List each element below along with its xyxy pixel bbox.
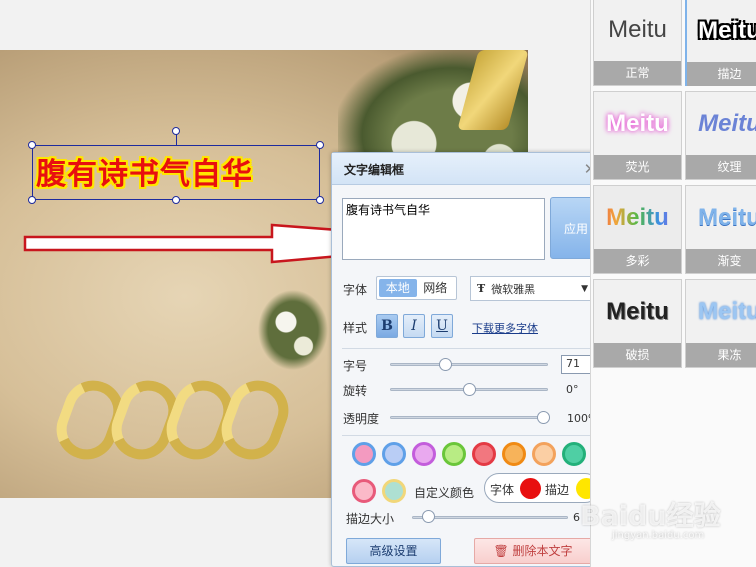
color-swatch[interactable]	[472, 442, 496, 466]
stroke-size-slider-track[interactable]	[412, 516, 568, 519]
style-label: 样式	[343, 321, 368, 335]
chevron-down-icon: ▼	[581, 283, 588, 294]
font-name-value: 微软雅黑	[491, 282, 536, 296]
resize-handle-top-right[interactable]	[316, 141, 324, 149]
font-size-label: 字号	[343, 359, 368, 373]
style-tile-preview: Meitu	[594, 0, 681, 61]
font-source-toggle: 本地 网络	[376, 276, 457, 300]
delete-text-button[interactable]: 🗑 删除本文字	[474, 538, 592, 564]
style-tile-caption: 纹理	[686, 155, 756, 179]
font-type-icon: Ŧ	[477, 282, 486, 295]
advanced-settings-button[interactable]: 高级设置	[346, 538, 441, 564]
style-tile-caption: 正常	[594, 61, 681, 85]
style-tile-caption: 破损	[594, 343, 681, 367]
text-style-panel: Meitu 正常 Meitu 描边 Meitu 荧光 Meitu 纹理 Meitu 多彩 Meitu…	[590, 0, 756, 567]
opacity-label: 透明度	[343, 412, 380, 426]
style-tile-6[interactable]: Meitu 渐变	[685, 185, 756, 274]
style-tile-4[interactable]: Meitu 纹理	[685, 91, 756, 180]
style-tile-preview: Meitu	[594, 280, 681, 343]
divider	[342, 348, 600, 349]
style-tile-caption: 多彩	[594, 249, 681, 273]
font-source-local-tab[interactable]: 本地	[379, 279, 417, 297]
style-tile-preview: Meitu	[686, 186, 756, 249]
font-source-web-tab[interactable]: 网络	[417, 279, 455, 297]
divider	[342, 435, 600, 436]
font-size-slider-track[interactable]	[390, 363, 548, 366]
font-family-select[interactable]: Ŧ 微软雅黑 ▼	[470, 276, 595, 301]
dialog-title: 文字编辑框	[332, 153, 608, 185]
style-tile-3[interactable]: Meitu 荧光	[593, 91, 682, 180]
gold-ribbon	[48, 372, 340, 470]
font-size-value: 71	[566, 357, 580, 370]
bold-button[interactable]: B	[376, 314, 398, 338]
rotate-handle[interactable]	[172, 127, 180, 135]
style-tile-1[interactable]: Meitu 正常	[593, 0, 682, 86]
delete-text-label: 删除本文字	[512, 544, 573, 558]
rotate-handle-line	[176, 134, 177, 145]
italic-button[interactable]: I	[403, 314, 425, 338]
style-tile-preview: Meitu	[686, 92, 756, 155]
style-tile-preview: Meitu	[594, 92, 681, 155]
color-swatch[interactable]	[442, 442, 466, 466]
stroke-size-label: 描边大小	[346, 512, 395, 526]
color-swatch[interactable]	[382, 442, 406, 466]
style-tile-preview: Meitu	[687, 0, 756, 62]
rotate-slider-knob[interactable]	[463, 383, 476, 396]
rotate-value: 0°	[566, 383, 579, 396]
font-color-chip[interactable]	[520, 478, 541, 499]
style-tile-7[interactable]: Meitu 破损	[593, 279, 682, 368]
style-tile-preview: Meitu	[686, 280, 756, 343]
font-size-slider-knob[interactable]	[439, 358, 453, 371]
watermark-logo: Baidu经验	[580, 501, 721, 532]
style-tile-caption: 果冻	[686, 343, 756, 367]
resize-handle-top-left[interactable]	[28, 141, 36, 149]
watermark-url: jingyan.baidu.com	[612, 530, 705, 541]
download-more-fonts-link[interactable]: 下载更多字体	[472, 320, 538, 336]
trash-icon: 🗑	[493, 544, 509, 558]
style-tile-caption: 描边	[687, 62, 756, 86]
style-tile-caption: 荧光	[594, 155, 681, 179]
underline-button[interactable]: U	[431, 314, 453, 338]
custom-color-label: 自定义颜色	[414, 486, 475, 500]
text-content-input[interactable]	[342, 198, 545, 260]
style-tile-5[interactable]: Meitu 多彩	[593, 185, 682, 274]
chip-stroke-label: 描边	[545, 483, 570, 497]
color-swatch[interactable]	[412, 442, 436, 466]
color-swatch[interactable]	[352, 442, 376, 466]
stroke-size-value: 6	[573, 511, 580, 524]
font-label: 字体	[343, 283, 368, 297]
small-flower-decoration	[258, 290, 328, 370]
custom-color-swatch-2[interactable]	[382, 479, 406, 503]
style-tile-caption: 渐变	[686, 249, 756, 273]
canvas-text-object[interactable]: 腹有诗书气自华	[36, 149, 253, 193]
resize-handle-bottom-middle[interactable]	[172, 196, 180, 204]
opacity-slider-knob[interactable]	[537, 411, 550, 424]
style-tile-8[interactable]: Meitu 果冻	[685, 279, 756, 368]
chip-font-label: 字体	[490, 483, 515, 497]
rotate-label: 旋转	[343, 384, 368, 398]
style-tile-preview: Meitu	[594, 186, 681, 249]
text-edit-dialog: 文字编辑框 ✕ 应用 字体 本地 网络 Ŧ 微软雅黑 ▼ 样式 B I U 下载…	[331, 152, 609, 567]
resize-handle-bottom-left[interactable]	[28, 196, 36, 204]
resize-handle-bottom-right[interactable]	[316, 196, 324, 204]
custom-color-swatch-1[interactable]	[352, 479, 376, 503]
opacity-slider-track[interactable]	[390, 416, 548, 419]
color-swatch[interactable]	[502, 442, 526, 466]
color-swatch[interactable]	[562, 442, 586, 466]
style-tile-2[interactable]: Meitu 描边	[685, 0, 756, 86]
color-swatch[interactable]	[532, 442, 556, 466]
stroke-size-slider-knob[interactable]	[422, 510, 435, 523]
